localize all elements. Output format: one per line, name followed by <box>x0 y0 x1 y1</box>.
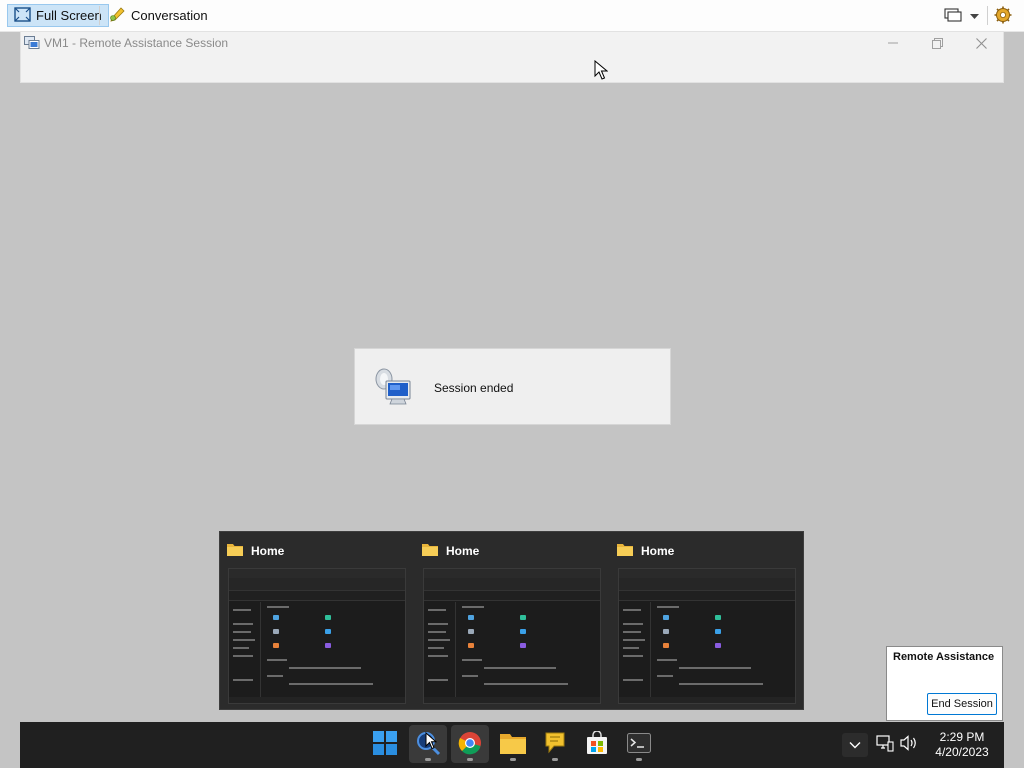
conversation-button[interactable]: Conversation <box>103 4 214 27</box>
restore-icon <box>931 37 943 49</box>
full-screen-button[interactable]: Full Screen <box>7 4 109 27</box>
close-icon <box>975 37 987 49</box>
terminal-icon <box>627 732 651 756</box>
store-icon <box>585 729 609 758</box>
explorer-window-thumbnail <box>618 568 796 704</box>
remote-toolbar: Full Screen Conversation <box>0 0 1024 32</box>
thumbnail-preview[interactable]: Home <box>610 532 805 711</box>
thumbnail-preview[interactable]: Home <box>220 532 415 711</box>
remote-assistance-app-icon <box>24 36 40 53</box>
full-screen-icon <box>14 6 31 25</box>
session-ended-dialog: Session ended <box>354 348 671 425</box>
toolbar-divider <box>99 6 100 25</box>
file-explorer-taskbar-button[interactable] <box>494 725 532 763</box>
folder-icon <box>617 542 633 559</box>
explorer-window-thumbnail <box>228 568 406 704</box>
close-button[interactable] <box>959 32 1003 54</box>
running-indicator <box>552 758 558 761</box>
chevron-up-icon <box>849 738 861 752</box>
running-indicator <box>467 758 473 761</box>
minimize-icon <box>888 42 898 44</box>
running-indicator <box>636 758 642 761</box>
taskbar: 2:29 PM 4/20/2023 <box>20 722 1004 768</box>
volume-icon[interactable] <box>900 735 918 754</box>
thumbnail-title: Home <box>251 543 285 558</box>
panel-title: Remote Assistance <box>893 651 995 663</box>
thumbnail-preview[interactable]: Home <box>415 532 610 711</box>
chat-taskbar-button[interactable] <box>536 725 574 763</box>
folder-icon <box>422 542 438 559</box>
explorer-window-thumbnail <box>423 568 601 704</box>
settings-button[interactable] <box>991 5 1015 27</box>
clock-time: 2:29 PM <box>939 730 985 744</box>
start-icon <box>373 730 397 758</box>
display-options-button[interactable] <box>940 5 984 27</box>
taskbar-thumbnail-previews: Home Home Home <box>219 531 804 710</box>
monitor-icon <box>944 7 962 26</box>
minimize-button[interactable] <box>871 32 915 54</box>
restore-button[interactable] <box>915 32 959 54</box>
running-indicator <box>510 758 516 761</box>
session-ended-message: Session ended <box>434 381 514 395</box>
taskbar-clock[interactable]: 2:29 PM 4/20/2023 <box>922 730 1002 760</box>
mouse-cursor-icon <box>594 59 609 84</box>
window-title: VM1 - Remote Assistance Session <box>44 36 229 50</box>
chrome-taskbar-button[interactable] <box>451 725 489 763</box>
full-screen-label: Full Screen <box>36 8 102 23</box>
end-session-button[interactable]: End Session <box>927 693 997 715</box>
conversation-label: Conversation <box>131 8 208 23</box>
show-hidden-icons-button[interactable] <box>842 733 868 757</box>
conversation-icon <box>109 6 126 25</box>
running-indicator <box>425 758 431 761</box>
remote-assistance-icon <box>372 365 416 412</box>
chat-bubble-icon <box>544 731 566 758</box>
terminal-taskbar-button[interactable] <box>620 725 658 763</box>
file-explorer-icon <box>500 732 526 757</box>
folder-icon <box>227 542 243 559</box>
thumbnail-title: Home <box>641 543 675 558</box>
start-button[interactable] <box>366 725 404 763</box>
chevron-down-icon <box>970 9 979 23</box>
store-taskbar-button[interactable] <box>578 725 616 763</box>
remote-session-window: VM1 - Remote Assistance Session <box>20 31 1004 83</box>
window-titlebar[interactable]: VM1 - Remote Assistance Session <box>21 32 1003 54</box>
remote-assistance-panel: Remote Assistance End Session <box>886 646 1003 721</box>
network-icon[interactable] <box>876 734 894 755</box>
toolbar-divider <box>987 6 988 25</box>
chrome-icon <box>458 731 482 758</box>
gear-icon <box>994 6 1012 27</box>
mouse-cursor-icon <box>425 731 438 753</box>
thumbnail-title: Home <box>446 543 480 558</box>
clock-date: 4/20/2023 <box>935 745 989 759</box>
